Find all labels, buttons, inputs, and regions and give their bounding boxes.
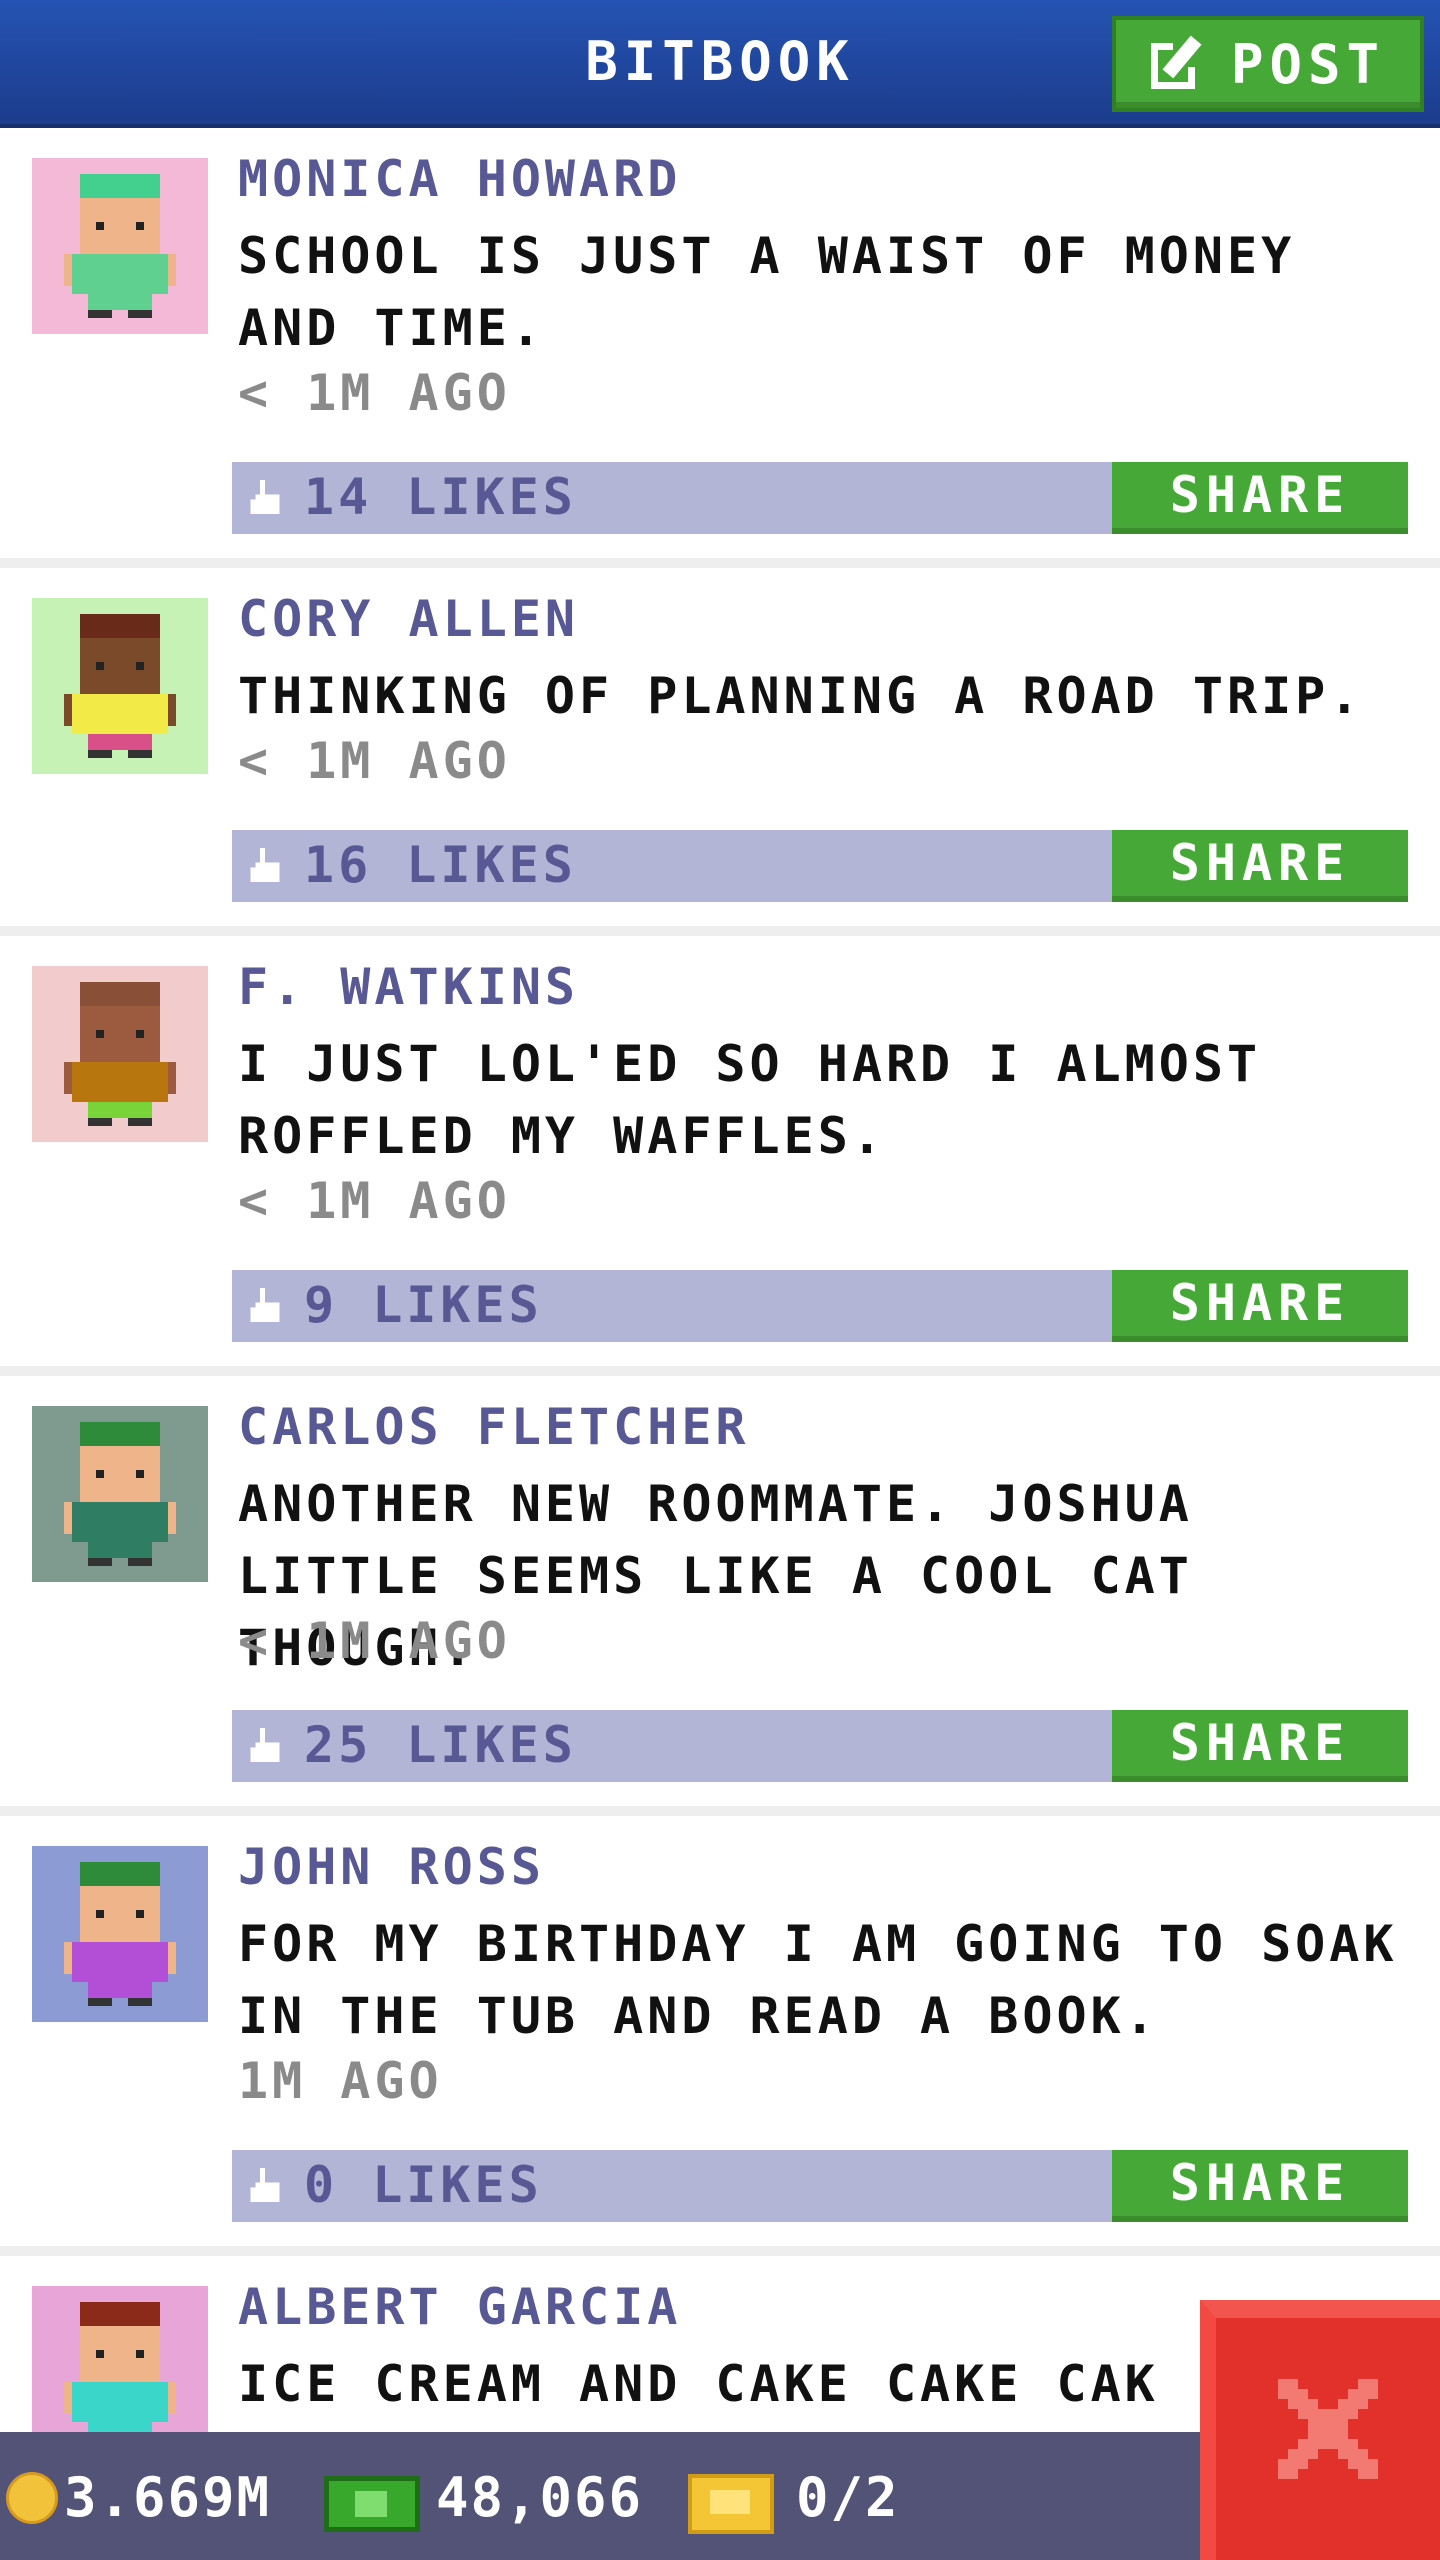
post-author[interactable]: CARLOS FLETCHER — [238, 1398, 750, 1456]
cash-balance: 48,066 — [436, 2466, 644, 2529]
post-button-label: POST — [1230, 32, 1386, 96]
share-button[interactable]: SHARE — [1112, 2150, 1408, 2222]
share-button[interactable]: SHARE — [1112, 1270, 1408, 1342]
coin-balance: 3.669M — [64, 2466, 272, 2529]
avatar[interactable] — [32, 1406, 208, 1582]
post-text: FOR MY BIRTHDAY I AM GOING TO SOAK IN TH… — [238, 1915, 1398, 2045]
post-time: < 1M AGO — [238, 1172, 511, 1230]
like-count: 14 LIKES — [304, 468, 577, 526]
avatar[interactable] — [32, 1846, 208, 2022]
post-text: SCHOOL IS JUST A WAIST OF MONEY AND TIME… — [238, 227, 1296, 357]
feed-post: MONICA HOWARD SCHOOL IS JUST A WAIST OF … — [0, 128, 1440, 568]
like-count: 25 LIKES — [304, 1716, 577, 1774]
app-header: BITBOOK POST — [0, 0, 1440, 128]
like-bar[interactable]: 9 LIKES SHARE — [232, 1270, 1408, 1342]
share-button[interactable]: SHARE — [1112, 1710, 1408, 1782]
post-author[interactable]: CORY ALLEN — [238, 590, 579, 648]
post-text: I JUST LOL'ED SO HARD I ALMOST ROFFLED M… — [238, 1035, 1262, 1165]
avatar[interactable] — [32, 158, 208, 334]
post-time: < 1M AGO — [238, 1612, 511, 1670]
post-text: THINKING OF PLANNING A ROAD TRIP. — [238, 667, 1364, 725]
post-time: 1M AGO — [238, 2052, 443, 2110]
thumbs-up-icon — [250, 1728, 280, 1762]
feed-post: F. WATKINS I JUST LOL'ED SO HARD I ALMOS… — [0, 936, 1440, 1376]
thumbs-up-icon — [250, 2168, 280, 2202]
edit-icon — [1150, 35, 1209, 93]
thumbs-up-icon — [250, 848, 280, 882]
post-author[interactable]: ALBERT GARCIA — [238, 2278, 681, 2336]
cash-icon — [324, 2476, 420, 2532]
post-button[interactable]: POST — [1112, 16, 1424, 112]
ticket-icon — [688, 2474, 774, 2534]
like-bar[interactable]: 16 LIKES SHARE — [232, 830, 1408, 902]
thumbs-up-icon — [250, 1288, 280, 1322]
like-bar[interactable]: 0 LIKES SHARE — [232, 2150, 1408, 2222]
share-button[interactable]: SHARE — [1112, 462, 1408, 534]
like-bar[interactable]: 25 LIKES SHARE — [232, 1710, 1408, 1782]
like-count: 16 LIKES — [304, 836, 577, 894]
thumbs-up-icon — [250, 480, 280, 514]
coin-icon — [6, 2472, 58, 2524]
close-icon — [1278, 2379, 1378, 2479]
like-count: 0 LIKES — [304, 2156, 543, 2214]
avatar[interactable] — [32, 966, 208, 1142]
ticket-count: 0/2 — [796, 2466, 900, 2529]
post-feed: MONICA HOWARD SCHOOL IS JUST A WAIST OF … — [0, 128, 1440, 2556]
like-bar[interactable]: 14 LIKES SHARE — [232, 462, 1408, 534]
close-button[interactable] — [1200, 2300, 1440, 2560]
post-author[interactable]: F. WATKINS — [238, 958, 579, 1016]
post-author[interactable]: MONICA HOWARD — [238, 150, 681, 208]
share-button[interactable]: SHARE — [1112, 830, 1408, 902]
post-time: < 1M AGO — [238, 732, 511, 790]
like-count: 9 LIKES — [304, 1276, 543, 1334]
post-time: < 1M AGO — [238, 364, 511, 422]
feed-post: CARLOS FLETCHER ANOTHER NEW ROOMMATE. JO… — [0, 1376, 1440, 1816]
feed-post: CORY ALLEN THINKING OF PLANNING A ROAD T… — [0, 568, 1440, 936]
avatar[interactable] — [32, 598, 208, 774]
feed-post: JOHN ROSS FOR MY BIRTHDAY I AM GOING TO … — [0, 1816, 1440, 2256]
post-author[interactable]: JOHN ROSS — [238, 1838, 545, 1896]
